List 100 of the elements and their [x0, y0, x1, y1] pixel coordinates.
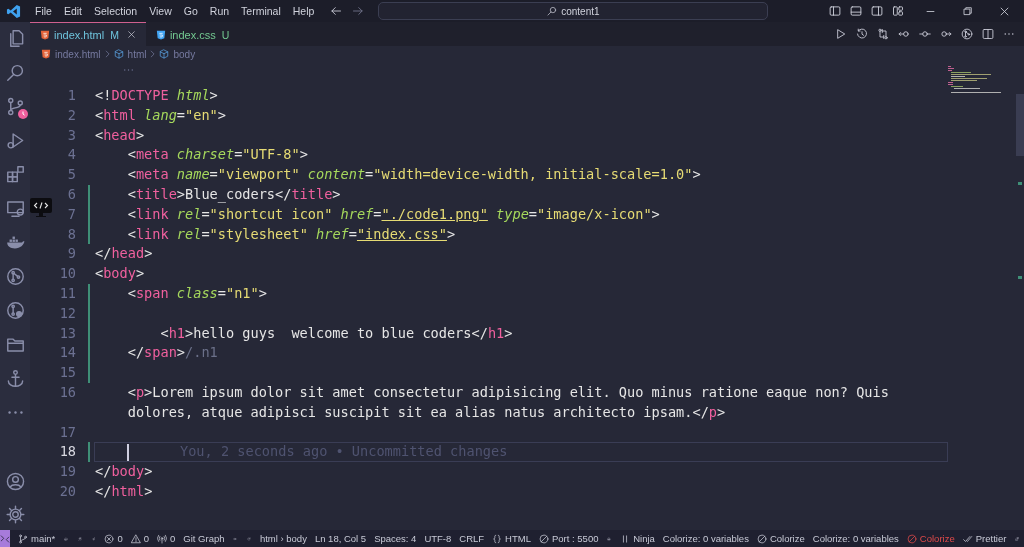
remote-indicator-button[interactable]	[0, 530, 10, 547]
run-icon[interactable]	[835, 28, 847, 40]
status-item[interactable]: html › body	[255, 533, 311, 544]
line-number: 13	[59, 323, 76, 343]
code-line: <link rel="shortcut icon" href="./code1.png" type="image/x-icon">	[126, 204, 660, 224]
line-number: 12	[59, 303, 76, 323]
cube-icon	[113, 49, 124, 59]
editor-tab[interactable]: index.html M	[30, 22, 146, 46]
status-item[interactable]: 0	[126, 533, 153, 544]
customize-layout-icon[interactable]	[892, 5, 904, 17]
code-line: </span>/.n1	[126, 343, 218, 363]
previous-change-icon[interactable]	[898, 28, 910, 40]
forward-arrow-icon[interactable]	[352, 5, 365, 17]
line-number: 16	[59, 382, 76, 402]
monitor-icon[interactable]	[5, 199, 25, 218]
next-change-icon[interactable]	[940, 28, 952, 40]
search-icon[interactable]	[5, 63, 25, 82]
extensions-icon[interactable]	[5, 165, 25, 184]
compare-changes-icon[interactable]	[877, 28, 889, 40]
status-item[interactable]: 0	[100, 533, 127, 544]
breadcrumb-item[interactable]: index.html	[55, 48, 101, 60]
code-line: <p>Lorem ipsum dolor sit amet consectetur adipisicing elit. Quo minus ratione eaque non? Quis	[126, 382, 889, 402]
status-item[interactable]: Port : 5500	[535, 533, 603, 544]
restore-icon[interactable]	[962, 5, 973, 17]
line-number: 20	[59, 481, 76, 501]
line-number: 2	[67, 105, 76, 125]
split-editor-icon[interactable]	[982, 28, 994, 40]
settings-icon[interactable]	[5, 505, 25, 524]
close-icon[interactable]	[999, 5, 1010, 17]
menu-item[interactable]: Help	[286, 5, 321, 17]
prohibited-icon	[539, 533, 549, 544]
line-number: 6	[67, 185, 76, 204]
menu-item[interactable]: Run	[203, 5, 236, 17]
secondary-sidebar-layout-icon[interactable]	[871, 5, 883, 17]
menu-item[interactable]: Go	[177, 5, 204, 17]
line-number: 4	[67, 145, 76, 165]
panel-layout-icon[interactable]	[850, 5, 862, 17]
folder-icon[interactable]	[5, 335, 25, 354]
line-number: 15	[59, 363, 76, 383]
source-control-icon[interactable]	[5, 97, 25, 116]
line-number: 8	[67, 224, 76, 244]
html-file-icon	[41, 49, 51, 59]
breadcrumb-item[interactable]: body	[173, 48, 196, 60]
chevron-icon	[150, 50, 156, 58]
css-file-icon	[155, 29, 166, 40]
menu-item[interactable]: Edit	[57, 5, 88, 17]
git-branch-circle-icon[interactable]	[5, 301, 25, 320]
code-line: <title>Blue_coders</title>	[126, 185, 341, 205]
status-item[interactable]: Spaces: 4	[370, 533, 421, 544]
menu-item[interactable]: File	[29, 5, 58, 17]
code-line: </head>	[95, 244, 153, 264]
sidebar-layout-icon[interactable]	[829, 5, 841, 17]
git-graph-icon[interactable]	[961, 28, 973, 40]
history-icon[interactable]	[856, 28, 868, 40]
code-line: <html lang="en">	[95, 105, 226, 125]
code-line: <body>	[95, 264, 145, 284]
back-arrow-icon[interactable]	[330, 5, 343, 17]
line-number: 1	[67, 86, 76, 105]
line-number: 17	[59, 422, 76, 442]
status-item[interactable]: main*	[14, 533, 60, 544]
menu-item[interactable]: Terminal	[235, 5, 287, 17]
branch-icon	[18, 533, 28, 544]
warning-icon	[130, 533, 141, 544]
account-icon[interactable]	[5, 472, 25, 491]
code-line: <meta charset="UTF-8">	[126, 145, 308, 165]
prohibited-icon	[906, 533, 917, 544]
menu-item[interactable]: View	[143, 5, 178, 17]
error-icon	[104, 533, 115, 544]
code-line: </body>	[95, 462, 153, 482]
status-item[interactable]: Colorize	[902, 533, 959, 544]
status-item[interactable]: HTML	[488, 533, 535, 544]
broadcast-icon	[157, 533, 167, 544]
breadcrumb-item[interactable]: html	[127, 48, 147, 60]
git-graph-icon[interactable]	[5, 267, 25, 286]
code-line: <head>	[95, 125, 145, 145]
menu-item[interactable]: Selection	[88, 5, 144, 17]
command-center-field[interactable]: content1	[378, 2, 769, 20]
line-number: 5	[67, 165, 76, 185]
status-item[interactable]: 0	[153, 533, 180, 544]
status-item[interactable]: Colorize	[752, 533, 809, 544]
vscode-logo-icon	[6, 3, 21, 19]
status-item[interactable]: CRLF	[455, 533, 489, 544]
line-number: 10	[59, 264, 76, 284]
status-item[interactable]: Git Graph	[179, 533, 229, 544]
prohibited-icon	[756, 533, 767, 544]
close-icon[interactable]	[126, 30, 136, 39]
status-item[interactable]: Ninja	[616, 533, 659, 544]
anchor-icon[interactable]	[5, 369, 25, 388]
status-item[interactable]: UTF-8	[420, 533, 456, 544]
line-number: 7	[67, 204, 76, 224]
status-item[interactable]: Ln 18, Col 5	[310, 533, 371, 544]
braces-icon	[492, 533, 503, 544]
line-number: 9	[67, 244, 76, 264]
status-item[interactable]: Colorize: 0 variables	[658, 533, 753, 544]
status-item[interactable]: Prettier	[958, 533, 1011, 544]
line-number: 14	[59, 343, 76, 363]
run-debug-icon[interactable]	[5, 131, 25, 150]
line-number: 11	[59, 283, 76, 303]
status-item[interactable]: Colorize: 0 variables	[808, 533, 903, 544]
search-icon	[547, 6, 558, 16]
